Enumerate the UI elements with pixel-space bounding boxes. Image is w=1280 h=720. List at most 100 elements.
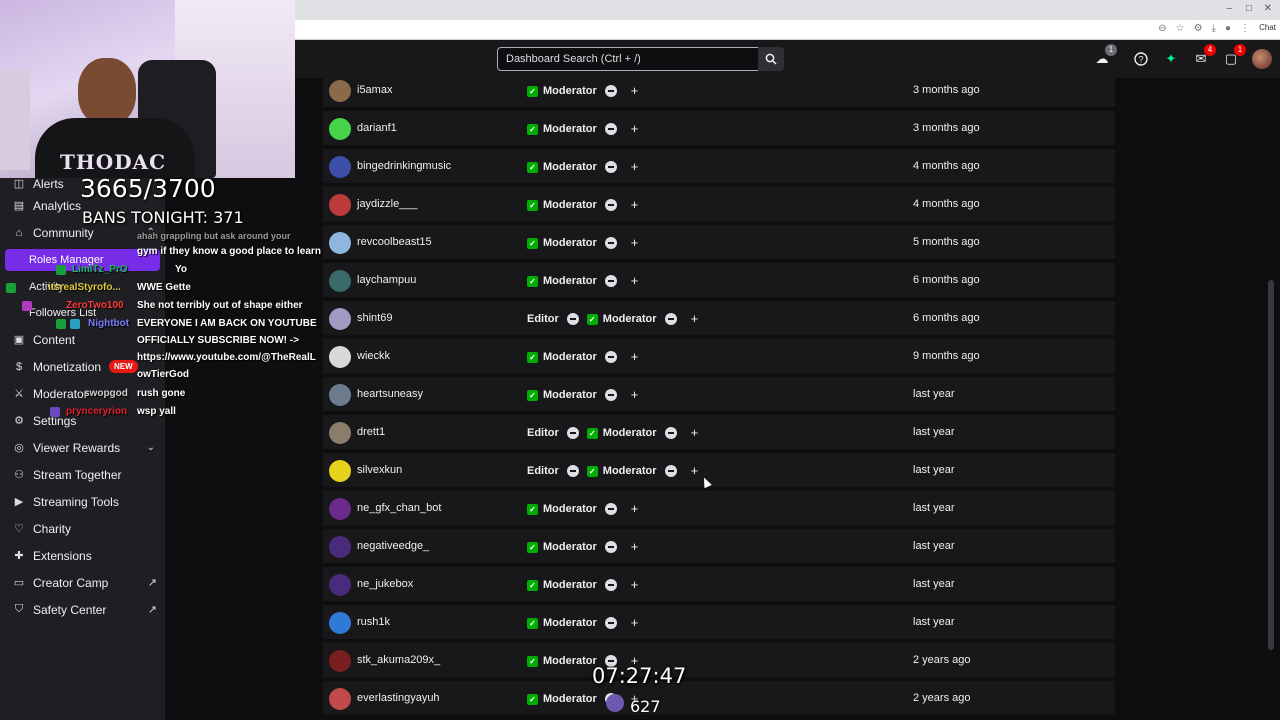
zoom-icon[interactable]: ⊖ [1158, 23, 1166, 34]
drops-icon[interactable]: ☁ 1 [1093, 44, 1117, 68]
avatar[interactable] [329, 650, 351, 672]
sidebar-item-extensions[interactable]: ✚ Extensions [0, 542, 165, 569]
avatar[interactable] [329, 498, 351, 520]
username[interactable]: laychampuu [357, 274, 416, 286]
remove-role-button[interactable] [664, 313, 677, 325]
avatar[interactable] [329, 688, 351, 710]
sidebar-item-label: Charity [33, 521, 72, 536]
remove-role-button[interactable] [604, 237, 617, 249]
username[interactable]: silvexkun [357, 464, 402, 476]
search-button[interactable] [758, 47, 784, 71]
avatar[interactable] [329, 346, 351, 368]
remove-role-button[interactable] [664, 427, 677, 439]
add-role-button[interactable]: + [631, 578, 639, 591]
avatar[interactable] [329, 156, 351, 178]
remove-role-button[interactable] [604, 351, 617, 363]
username[interactable]: ne_jukebox [357, 578, 413, 590]
username[interactable]: ne_gfx_chan_bot [357, 502, 441, 514]
username[interactable]: stk_akuma209x_ [357, 654, 440, 666]
remove-role-button[interactable] [604, 503, 617, 515]
add-role-button[interactable]: + [631, 160, 639, 173]
username[interactable]: rush1k [357, 616, 390, 628]
inbox-icon[interactable]: ✉ 4 [1192, 44, 1216, 68]
chat-message: wsp yall [137, 406, 176, 417]
avatar[interactable] [329, 270, 351, 292]
add-role-button[interactable]: + [631, 502, 639, 515]
download-icon[interactable]: ⤓ [1212, 23, 1216, 34]
username[interactable]: revcoolbeast15 [357, 236, 432, 248]
avatar[interactable] [329, 308, 351, 330]
avatar[interactable] [329, 118, 351, 140]
remove-role-button[interactable] [566, 427, 579, 439]
avatar[interactable] [329, 422, 351, 444]
user-avatar[interactable] [1252, 49, 1272, 69]
remove-role-button[interactable] [604, 199, 617, 211]
help-icon[interactable]: ? [1132, 50, 1150, 68]
add-role-button[interactable]: + [691, 464, 699, 477]
add-role-button[interactable]: + [631, 274, 639, 287]
username[interactable]: bingedrinkingmusic [357, 160, 451, 172]
extension-icon[interactable]: ⚙ [1194, 23, 1203, 34]
minimize-icon[interactable]: – [1226, 3, 1232, 14]
menu-icon[interactable]: ⋮ [1240, 23, 1250, 34]
avatar[interactable] [329, 384, 351, 406]
sidebar-item-creator-camp[interactable]: ▭ Creator Camp ↗ [0, 569, 165, 596]
avatar[interactable] [329, 612, 351, 634]
sidebar-item-charity[interactable]: ♡ Charity [0, 515, 165, 542]
bookmark-star-icon[interactable]: ☆ [1176, 23, 1185, 34]
username[interactable]: drett1 [357, 426, 385, 438]
add-role-button[interactable]: + [691, 426, 699, 439]
remove-role-button[interactable] [604, 579, 617, 591]
username[interactable]: everlastingyayuh [357, 692, 440, 704]
avatar[interactable] [329, 460, 351, 482]
username[interactable]: heartsuneasy [357, 388, 423, 400]
remove-role-button[interactable] [604, 617, 617, 629]
profile-icon[interactable]: ● [1225, 23, 1231, 34]
username[interactable]: negativeedge_ [357, 540, 429, 552]
dashboard-search-input[interactable]: Dashboard Search (Ctrl + /) [497, 47, 759, 71]
crown-sparkle-icon[interactable]: ✦ [1162, 50, 1180, 68]
add-role-button[interactable]: + [691, 312, 699, 325]
remove-role-button[interactable] [664, 465, 677, 477]
remove-role-button[interactable] [604, 389, 617, 401]
avatar[interactable] [329, 80, 351, 102]
inbox-badge: 4 [1204, 44, 1216, 56]
maximize-icon[interactable]: □ [1246, 3, 1252, 14]
role-label: Moderator [543, 693, 597, 705]
remove-role-button[interactable] [604, 161, 617, 173]
remove-role-button[interactable] [604, 541, 617, 553]
page-scrollbar[interactable] [1268, 280, 1274, 650]
username[interactable]: jaydizzle___ [357, 198, 418, 210]
avatar[interactable] [329, 574, 351, 596]
date-added: last year [913, 540, 955, 552]
add-role-button[interactable]: + [631, 122, 639, 135]
add-role-button[interactable]: + [631, 616, 639, 629]
sidebar-item-streaming-tools[interactable]: ▶ Streaming Tools [0, 488, 165, 515]
sidebar-item-safety-center[interactable]: ⛉ Safety Center ↗ [0, 596, 165, 623]
sidebar-item-viewer-rewards[interactable]: ◎ Viewer Rewards ⌄ [0, 434, 165, 461]
table-row: heartsuneasy ✓ Moderator + last year [323, 377, 1115, 413]
avatar[interactable] [329, 536, 351, 558]
remove-role-button[interactable] [604, 85, 617, 97]
remove-role-button[interactable] [604, 275, 617, 287]
add-role-button[interactable]: + [631, 388, 639, 401]
username[interactable]: darianf1 [357, 122, 397, 134]
avatar[interactable] [329, 232, 351, 254]
username[interactable]: i5amax [357, 84, 392, 96]
add-role-button[interactable]: + [631, 198, 639, 211]
add-role-button[interactable]: + [631, 84, 639, 97]
add-role-button[interactable]: + [631, 350, 639, 363]
username[interactable]: wieckk [357, 350, 390, 362]
remove-role-button[interactable] [604, 123, 617, 135]
add-role-button[interactable]: + [631, 236, 639, 249]
avatar[interactable] [329, 194, 351, 216]
whispers-icon[interactable]: ▢ 1 [1222, 44, 1246, 68]
sidebar-item-stream-together[interactable]: ⚇ Stream Together [0, 461, 165, 488]
chat-extension-button[interactable]: Chat [1259, 23, 1276, 32]
add-role-button[interactable]: + [631, 540, 639, 553]
close-icon[interactable]: ✕ [1264, 3, 1272, 14]
remove-role-button[interactable] [566, 313, 579, 325]
chat-badge-icon [50, 407, 60, 417]
username[interactable]: shint69 [357, 312, 392, 324]
remove-role-button[interactable] [566, 465, 579, 477]
